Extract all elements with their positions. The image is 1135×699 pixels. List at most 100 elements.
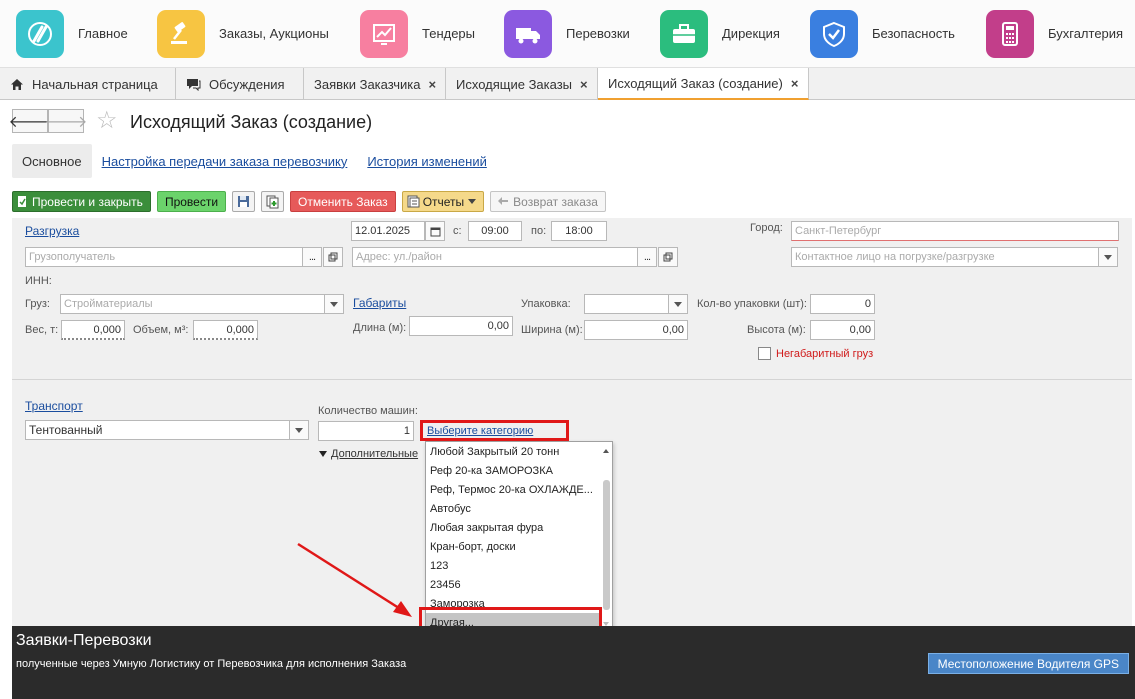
tab-discussions[interactable]: Обсуждения (176, 68, 304, 100)
list-item[interactable]: Кран-борт, доски (426, 537, 602, 556)
list-item[interactable]: Заморозка (426, 594, 602, 613)
packing-dropdown-button[interactable] (668, 294, 688, 314)
save-button[interactable] (232, 191, 256, 212)
dimensions-link[interactable]: Габариты (353, 296, 406, 310)
subnav-carrier-settings-link[interactable]: Настройка передачи заказа перевозчику (102, 154, 348, 169)
scroll-thumb[interactable] (603, 480, 610, 610)
button-label: Отчеты (422, 194, 465, 209)
copy-doc-icon (266, 195, 280, 209)
document-icon (17, 195, 28, 208)
list-item[interactable]: Любая закрытая фура (426, 518, 602, 537)
length-field[interactable]: 0,00 (409, 316, 513, 336)
subnav-history-link[interactable]: История изменений (367, 154, 487, 169)
calculator-icon (986, 9, 1034, 58)
contact-dropdown-button[interactable] (1098, 247, 1118, 267)
cargo-dropdown-button[interactable] (324, 294, 344, 314)
chat-icon (186, 78, 201, 91)
consignee-open-button[interactable] (323, 247, 343, 267)
list-item[interactable]: Любой Закрытый 20 тонн (426, 442, 602, 461)
address-input[interactable]: Адрес: ул./район (352, 247, 638, 267)
home-icon (10, 78, 24, 91)
tab-label: Исходящие Заказы (456, 76, 573, 92)
consignee-input[interactable]: Грузополучатель (25, 247, 303, 267)
date-field[interactable]: 12.01.2025 (351, 221, 425, 241)
back-button[interactable]: 🡐 (9, 109, 51, 133)
list-item[interactable]: Автобус (426, 499, 602, 518)
city-label: Город: (750, 222, 783, 234)
section-main[interactable]: Главное (16, 0, 128, 68)
cancel-order-button[interactable]: Отменить Заказ (290, 191, 396, 212)
width-field[interactable]: 0,00 (584, 320, 688, 340)
cargo-input[interactable]: Стройматериалы (60, 294, 325, 314)
return-order-button[interactable]: Возврат заказа (490, 191, 606, 212)
forward-button[interactable]: 🡒 (45, 109, 87, 133)
close-icon[interactable]: × (580, 77, 588, 92)
section-label: Заказы, Аукционы (219, 26, 329, 41)
tab-customer-requests[interactable]: Заявки Заказчика × (304, 68, 446, 100)
section-orders[interactable]: Заказы, Аукционы (157, 0, 329, 68)
favorite-star-icon[interactable]: ☆ (96, 108, 118, 134)
section-transport[interactable]: Перевозки (504, 0, 630, 68)
tab-outgoing-order-create[interactable]: Исходящий Заказ (создание) × (598, 68, 809, 100)
width-label: Ширина (м): (521, 324, 583, 336)
cars-count-field[interactable]: 1 (318, 421, 414, 441)
packing-label: Упаковка: (521, 298, 571, 310)
section-security[interactable]: Безопасность (810, 0, 955, 68)
tab-home[interactable]: Начальная страница (0, 68, 176, 100)
transport-dropdown-button[interactable] (289, 420, 309, 440)
to-label: по: (531, 225, 547, 237)
volume-label: Объем, м³: (133, 324, 189, 336)
tab-outgoing-orders[interactable]: Исходящие Заказы × (446, 68, 598, 100)
scroll-up-icon[interactable] (603, 449, 609, 453)
driver-gps-button[interactable]: Местоположение Водителя GPS (927, 653, 1129, 674)
list-item[interactable]: Реф, Термос 20-ка ОХЛАЖДЕ... (426, 480, 602, 499)
close-icon[interactable]: × (791, 76, 799, 91)
inn-label: ИНН: (25, 275, 52, 287)
oversize-checkbox[interactable] (758, 347, 771, 360)
section-label: Тендеры (422, 26, 476, 41)
section-directorate[interactable]: Дирекция (660, 0, 780, 68)
shield-icon (810, 9, 858, 58)
select-category-link[interactable]: Выберите категорию (427, 425, 533, 437)
category-dropdown-list: Любой Закрытый 20 тонн Реф 20-ка ЗАМОРОЗ… (425, 441, 613, 632)
post-and-close-button[interactable]: Провести и закрыть (12, 191, 151, 212)
chevron-down-icon (468, 199, 477, 204)
gavel-icon (157, 9, 205, 58)
chevron-down-icon (330, 301, 338, 307)
list-item[interactable]: 23456 (426, 575, 602, 594)
transport-type-field[interactable]: Тентованный (25, 420, 290, 440)
address-select-button[interactable]: ... (637, 247, 657, 267)
subnav-main[interactable]: Основное (12, 144, 92, 178)
volume-field[interactable]: 0,000 (193, 320, 258, 340)
from-time-field[interactable]: 09:00 (468, 221, 522, 241)
transport-link[interactable]: Транспорт (25, 399, 83, 413)
reports-button[interactable]: Отчеты (401, 191, 485, 212)
copy-document-button[interactable] (261, 191, 285, 212)
city-input[interactable]: Санкт-Петербург (791, 221, 1119, 241)
calendar-button[interactable] (425, 221, 445, 241)
additional-toggle[interactable]: Дополнительные (319, 448, 418, 460)
to-time-field[interactable]: 18:00 (551, 221, 607, 241)
section-label: Безопасность (872, 26, 955, 41)
chevron-down-icon (674, 301, 682, 307)
list-item[interactable]: 123 (426, 556, 602, 575)
packing-input[interactable] (584, 294, 669, 314)
address-open-button[interactable] (658, 247, 678, 267)
packing-count-label: Кол-во упаковки (шт): (697, 298, 807, 310)
contact-input[interactable]: Контактное лицо на погрузке/разгрузке (791, 247, 1099, 267)
section-accounting[interactable]: Бухгалтерия (986, 0, 1123, 68)
packing-count-field[interactable]: 0 (810, 294, 875, 314)
height-field[interactable]: 0,00 (810, 320, 875, 340)
section-tenders[interactable]: Тендеры (360, 0, 475, 68)
list-item[interactable]: Реф 20-ка ЗАМОРОЗКА (426, 461, 602, 480)
weight-label: Вес, т: (25, 324, 59, 336)
unload-link[interactable]: Разгрузка (25, 224, 79, 238)
return-icon (497, 196, 509, 207)
close-icon[interactable]: × (429, 77, 437, 92)
weight-field[interactable]: 0,000 (61, 320, 125, 340)
bottom-panel-subtitle: полученные через Умную Логистику от Пере… (16, 658, 407, 670)
dropdown-scrollbar[interactable] (603, 446, 610, 626)
post-button[interactable]: Провести (156, 191, 227, 212)
consignee-select-button[interactable]: ... (302, 247, 322, 267)
button-label: Провести и закрыть (32, 194, 143, 209)
